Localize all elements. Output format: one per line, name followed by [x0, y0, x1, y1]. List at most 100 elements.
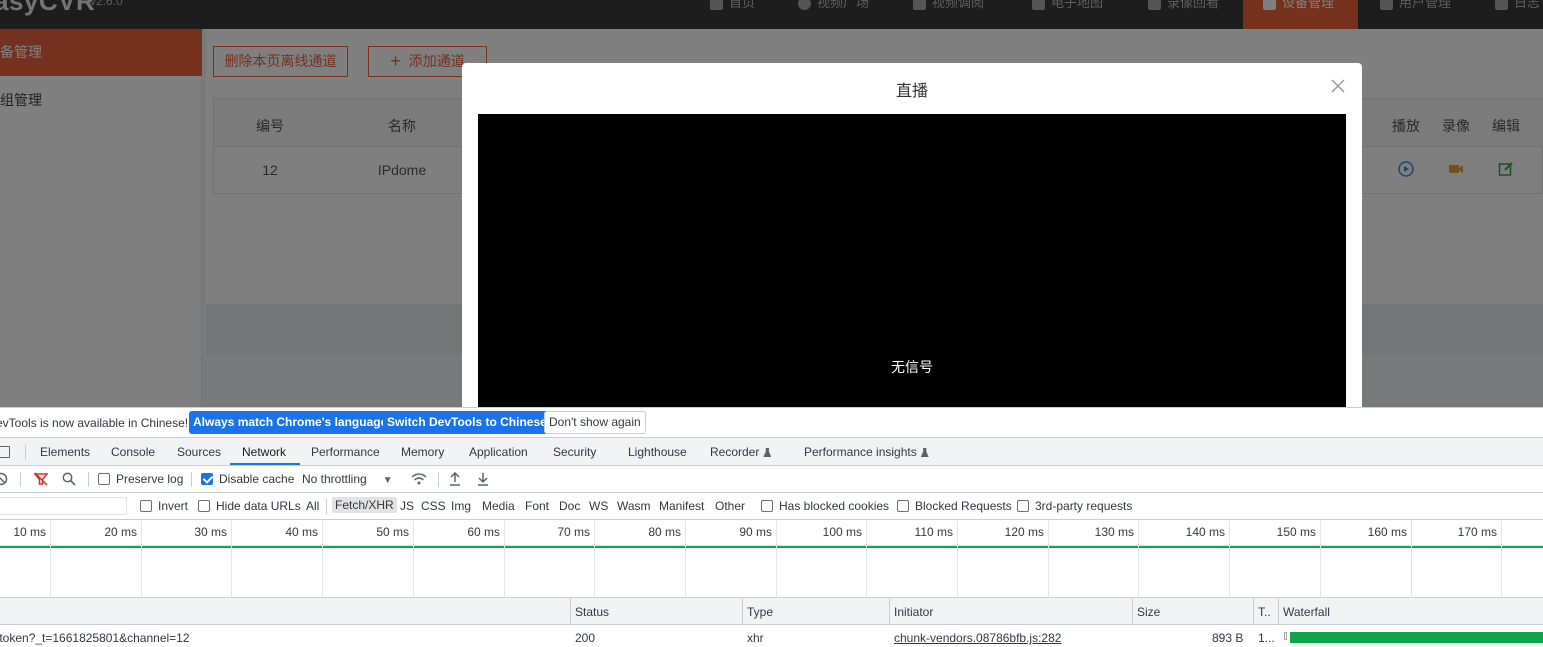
col-type[interactable]: Type — [747, 605, 773, 619]
tab-lighthouse[interactable]: Lighthouse — [628, 445, 687, 459]
request-initiator-link[interactable]: chunk-vendors.08786bfb.js:282 — [894, 631, 1061, 645]
checkbox-box — [140, 500, 152, 512]
app-root: asyCVR v2.6.0 首页 视频广场 视频调阅 电子地图 录像回看 设备管… — [0, 0, 1543, 647]
timeline-gridline — [504, 520, 505, 598]
filter-type-css[interactable]: CSS — [421, 499, 446, 513]
timeline-tick-label: 60 ms — [467, 525, 500, 539]
timeline-tick-label: 30 ms — [194, 525, 227, 539]
invert-checkbox[interactable]: Invert — [140, 499, 188, 513]
overview-timeline[interactable]: 10 ms 20 ms 30 ms 40 ms 50 ms 60 ms 70 ms 80 ms… — [0, 520, 1543, 598]
col-status[interactable]: Status — [575, 605, 609, 619]
banner-text: evTools is now available in Chinese! — [0, 416, 189, 430]
timeline-tick-label: 170 ms — [1457, 525, 1497, 539]
timeline-gridline — [413, 520, 414, 598]
filter-type-manifest[interactable]: Manifest — [659, 499, 704, 513]
match-language-button[interactable]: Always match Chrome's language — [189, 411, 392, 434]
device-toolbar-icon[interactable] — [0, 446, 10, 458]
divider — [191, 472, 192, 487]
request-status: 200 — [575, 631, 596, 645]
filter-input[interactable] — [0, 497, 127, 515]
devtools-panel: evTools is now available in Chinese! Alw… — [0, 407, 1543, 647]
switch-chinese-button[interactable]: Switch DevTools to Chinese — [383, 411, 551, 434]
timeline-gridline — [231, 520, 232, 598]
disable-cache-checkbox[interactable]: Disable cache — [201, 472, 294, 486]
timeline-gridline — [1411, 520, 1412, 598]
timeline-tick-label: 150 ms — [1276, 525, 1316, 539]
timeline-tick-label: 130 ms — [1094, 525, 1134, 539]
timeline-tick-label: 110 ms — [914, 525, 953, 539]
request-time: 1... — [1258, 631, 1275, 645]
timeline-tick-label: 120 ms — [1004, 525, 1044, 539]
col-initiator[interactable]: Initiator — [894, 605, 933, 619]
third-party-requests-checkbox[interactable]: 3rd-party requests — [1017, 499, 1132, 513]
timeline-tick-label: 20 ms — [104, 525, 137, 539]
filter-type-doc[interactable]: Doc — [559, 499, 580, 513]
col-waterfall[interactable]: Waterfall — [1283, 605, 1330, 619]
filter-type-wasm[interactable]: Wasm — [617, 499, 651, 513]
tab-application[interactable]: Application — [469, 445, 528, 459]
timeline-gridline — [141, 520, 142, 598]
network-conditions-icon[interactable] — [411, 472, 427, 486]
timeline-tick-label: 80 ms — [648, 525, 681, 539]
timeline-gridline — [50, 520, 51, 598]
tab-network[interactable]: Network — [242, 445, 286, 459]
active-tab-indicator — [230, 463, 300, 465]
close-icon[interactable] — [1330, 78, 1346, 94]
preserve-log-checkbox[interactable]: Preserve log — [98, 472, 183, 486]
timeline-tick-label: 160 ms — [1367, 525, 1407, 539]
filter-type-media[interactable]: Media — [482, 499, 515, 513]
col-size[interactable]: Size — [1137, 605, 1160, 619]
filter-type-fetch-xhr[interactable]: Fetch/XHR — [332, 497, 397, 513]
filter-icon[interactable] — [34, 472, 48, 486]
timeline-tick-label: 90 ms — [739, 525, 772, 539]
modal-title: 直播 — [895, 83, 928, 100]
tab-memory[interactable]: Memory — [401, 445, 444, 459]
timeline-tick-label: 70 ms — [557, 525, 590, 539]
timeline-gridline — [322, 520, 323, 598]
has-blocked-cookies-checkbox[interactable]: Has blocked cookies — [761, 499, 889, 513]
divider — [25, 445, 26, 460]
dont-show-again-button[interactable]: Don't show again — [544, 411, 646, 434]
hide-data-urls-checkbox[interactable]: Hide data URLs — [198, 499, 301, 513]
clear-icon[interactable] — [0, 472, 8, 486]
request-size: 893 B — [1212, 631, 1244, 645]
tab-elements[interactable]: Elements — [40, 445, 90, 459]
throttling-select[interactable]: No throttling ▼ — [302, 472, 393, 486]
filter-type-font[interactable]: Font — [525, 499, 549, 513]
timeline-gridline — [1501, 520, 1502, 598]
network-toolbar: Preserve log Disable cache No throttling… — [0, 466, 1543, 493]
timeline-gridline — [776, 520, 777, 598]
filter-bar: Invert Hide data URLs All Fetch/XHR JS C… — [0, 493, 1543, 520]
tab-sources[interactable]: Sources — [177, 445, 221, 459]
timeline-gridline — [1138, 520, 1139, 598]
divider — [20, 472, 21, 487]
tab-recorder[interactable]: Recorder — [710, 445, 772, 459]
import-har-icon[interactable] — [449, 472, 461, 486]
video-player[interactable]: 无信号 — [478, 114, 1346, 423]
request-type: xhr — [747, 631, 764, 645]
divider — [88, 472, 89, 487]
blocked-requests-checkbox[interactable]: Blocked Requests — [897, 499, 1012, 513]
filter-type-ws[interactable]: WS — [589, 499, 608, 513]
timeline-gridline — [594, 520, 595, 598]
checkbox-box — [1017, 500, 1029, 512]
filter-type-img[interactable]: Img — [451, 499, 471, 513]
filter-type-other[interactable]: Other — [715, 499, 745, 513]
export-har-icon[interactable] — [477, 472, 489, 486]
table-row[interactable]: ttoken?_t=1661825801&channel=12 200 xhr … — [0, 625, 1543, 647]
waterfall-start-marker — [1284, 632, 1287, 640]
no-signal-text: 无信号 — [891, 359, 933, 375]
filter-type-all[interactable]: All — [306, 499, 319, 513]
tab-security[interactable]: Security — [553, 445, 596, 459]
filter-type-js[interactable]: JS — [400, 499, 414, 513]
waterfall-bar — [1290, 632, 1543, 643]
checkbox-box-checked — [201, 473, 213, 485]
tab-performance[interactable]: Performance — [311, 445, 380, 459]
col-time[interactable]: T.. — [1258, 605, 1271, 619]
search-icon[interactable] — [62, 472, 76, 486]
tab-console[interactable]: Console — [111, 445, 155, 459]
request-name[interactable]: ttoken?_t=1661825801&channel=12 — [0, 631, 190, 645]
timeline-tick-label: 140 ms — [1185, 525, 1225, 539]
devtools-tabs: Elements Console Sources Network Perform… — [0, 438, 1543, 466]
tab-performance-insights[interactable]: Performance insights — [804, 445, 929, 459]
